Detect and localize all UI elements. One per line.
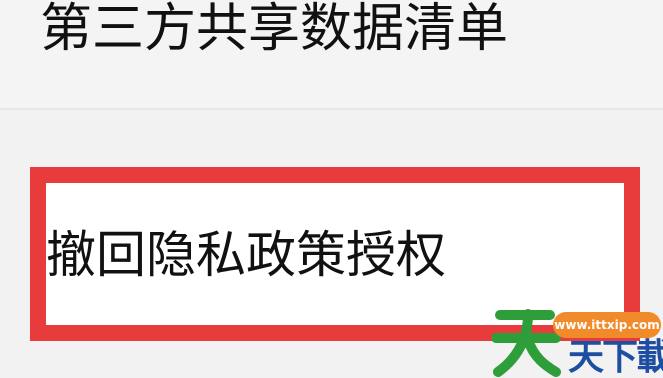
top-section: 第三方共享数据清单 — [0, 0, 663, 108]
watermark-brand-text: 天下載 — [568, 337, 663, 378]
third-party-data-list-title[interactable]: 第三方共享数据清单 — [40, 0, 508, 58]
watermark-url-badge: www.ittxip.com — [553, 312, 661, 338]
revoke-privacy-authorization-label: 撤回隐私政策授权 — [46, 226, 446, 284]
watermark-logo-icon — [492, 309, 561, 377]
